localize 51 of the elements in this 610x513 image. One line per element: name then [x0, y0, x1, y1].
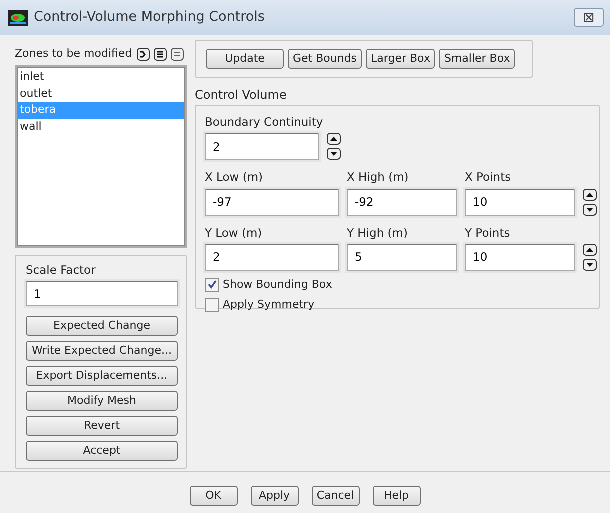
- dialog-button[interactable]: Cancel: [312, 486, 360, 506]
- dialog-button[interactable]: Apply: [250, 486, 298, 506]
- checkbox[interactable]: [205, 278, 219, 292]
- spin-down-icon[interactable]: [583, 204, 597, 216]
- toolbar-button[interactable]: Update: [206, 49, 284, 69]
- input-field[interactable]: 5: [347, 244, 457, 271]
- field-label: X Low (m): [205, 169, 264, 186]
- action-button[interactable]: Write Expected Change...: [26, 341, 178, 362]
- spin-up-icon[interactable]: [327, 133, 341, 146]
- select-all-icon[interactable]: [154, 48, 167, 60]
- app-icon: [8, 10, 28, 26]
- action-button[interactable]: Revert: [26, 416, 178, 436]
- list-label: Zones to be modified: [15, 46, 134, 62]
- checkbox-label: Apply Symmetry: [223, 296, 315, 312]
- field-label: Boundary Continuity: [205, 114, 324, 131]
- dialog-button[interactable]: OK: [190, 486, 238, 506]
- deselect-all-icon[interactable]: [171, 48, 184, 60]
- toolbar-button[interactable]: Larger Box: [366, 49, 436, 69]
- list-item[interactable]: wall: [18, 118, 184, 135]
- toolbar-button[interactable]: Get Bounds: [288, 49, 362, 69]
- field-label: Y High (m): [347, 224, 409, 242]
- input-field[interactable]: -97: [205, 188, 339, 216]
- action-button[interactable]: Export Displacements...: [26, 366, 178, 386]
- list-item[interactable]: inlet: [18, 69, 184, 86]
- field-label: Y Low (m): [205, 224, 264, 242]
- input-field[interactable]: 10: [465, 188, 575, 216]
- dialog-button[interactable]: Help: [372, 486, 420, 506]
- spin-up-icon[interactable]: [583, 244, 597, 256]
- action-button[interactable]: Accept: [26, 441, 178, 462]
- spin-up-icon[interactable]: [583, 188, 597, 200]
- input-field[interactable]: 2: [205, 244, 339, 271]
- action-button[interactable]: Expected Change: [26, 316, 178, 336]
- input-field[interactable]: 1: [26, 281, 178, 306]
- section-title: Control Volume: [195, 87, 288, 104]
- toolbar-button[interactable]: Smaller Box: [439, 49, 516, 69]
- spin-down-icon[interactable]: [583, 258, 597, 271]
- toggle-icon[interactable]: [137, 48, 150, 60]
- input-field[interactable]: 2: [205, 133, 319, 160]
- checkbox[interactable]: [205, 298, 219, 312]
- field-label: Y Points: [465, 224, 512, 242]
- field-label: Scale Factor: [26, 262, 97, 279]
- spin-down-icon[interactable]: [327, 148, 341, 160]
- window-title: Control-Volume Morphing Controls: [34, 8, 266, 28]
- input-field[interactable]: -92: [347, 188, 457, 216]
- close-button[interactable]: ⊠: [574, 8, 604, 27]
- field-label: X High (m): [347, 169, 410, 186]
- input-field[interactable]: 10: [465, 244, 575, 271]
- checkbox-label: Show Bounding Box: [223, 276, 332, 292]
- field-label: X Points: [465, 169, 512, 186]
- list-item[interactable]: outlet: [18, 86, 184, 102]
- action-button[interactable]: Modify Mesh: [26, 391, 178, 412]
